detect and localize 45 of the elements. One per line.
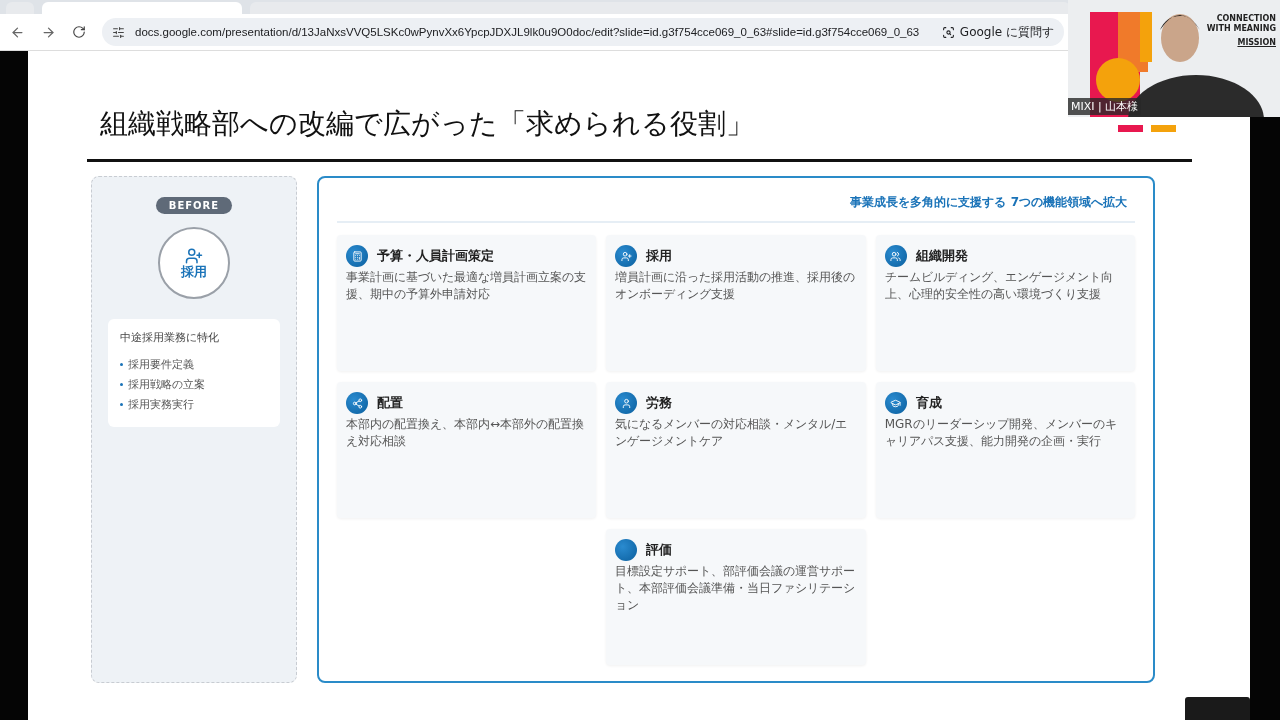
function-title: 採用: [646, 247, 673, 265]
function-title: 労務: [646, 394, 673, 412]
slide-title: 組織戦略部への改編で広がった「求められる役割」: [99, 106, 754, 142]
backdrop-text: MISSION: [1237, 38, 1276, 48]
duty-item: 採用戦略の立案: [128, 377, 205, 392]
url-text: docs.google.com/presentation/d/13JaNxsVVQ5LSKc0wPynvXx6YpcpJDXJL9lk0u9O0doc/edit?slide=id.g3f754cce069_0_63#slide=id.g3f754cce069_0_63: [135, 26, 921, 38]
function-description: 本部内の配置換え、本部内↔本部外の配置換え対応相談: [346, 416, 586, 450]
function-title: 配置: [377, 394, 403, 412]
lens-icon: [941, 25, 955, 39]
reload-icon[interactable]: [72, 25, 86, 39]
ask-google-button[interactable]: Google に質問す: [941, 23, 1054, 41]
function-icon: [346, 245, 368, 267]
function-icon: [615, 245, 638, 267]
function-icon: [884, 392, 907, 414]
duty-item: 採用実務実行: [128, 397, 194, 412]
function-description: MGRのリーダーシップ開発、メンバーのキャリアパス支援、能力開発の企画・実行: [884, 416, 1118, 450]
function-description: チームビルディング、エンゲージメント向上、心理的安全性の高い環境づくり支援: [884, 269, 1114, 303]
bullet-icon: [120, 363, 123, 366]
backdrop-text: WITH MEANING: [1206, 24, 1276, 34]
after-heading: 事業成長を多角的に支援する 7つの機能領域へ拡大: [337, 194, 1135, 223]
emblem-label: 採用: [181, 265, 207, 279]
function-title: 育成: [915, 394, 942, 412]
function-icon: [346, 392, 368, 414]
site-settings-icon[interactable]: [112, 25, 125, 39]
duties-heading: 中途採用業務に特化: [120, 330, 220, 345]
forward-icon[interactable]: [41, 24, 56, 40]
backdrop-text: CONNECTION: [1216, 14, 1276, 24]
function-description: 気になるメンバーの対応相談・メンタル/エンゲージメントケア: [615, 416, 849, 450]
function-description: 増員計画に沿った採用活動の推進、採用後のオンボーディング支援: [615, 269, 857, 303]
address-bar[interactable]: docs.google.com/presentation/d/13JaNxsVVQ5LSKc0wPynvXx6YpcpJDXJL9lk0u9O0doc/edit?slide=id.g3f754cce069_0_63#slide=id.g3f754cce069_0_63 Google に質問す: [102, 18, 1064, 46]
bullet-icon: [120, 383, 123, 386]
function-icon: [884, 245, 907, 267]
function-icon: [615, 392, 638, 414]
function-title: 組織開発: [915, 247, 968, 265]
duty-item: 採用要件定義: [128, 357, 194, 372]
back-icon[interactable]: [10, 24, 25, 40]
logo-bars-drawing: [1118, 125, 1176, 132]
function-title: 予算・人員計画策定: [377, 247, 494, 265]
user-plus-icon: [185, 247, 203, 265]
function-icon: [615, 539, 638, 561]
function-description: 目標設定サポート、部評価会議の運営サポート、本部評価会議準備・当日ファシリテーション: [615, 563, 857, 614]
bullet-icon: [120, 403, 123, 406]
function-title: 評価: [646, 541, 673, 559]
function-description: 事業計画に基づいた最適な増員計画立案の支援、期中の予算外申請対応: [346, 269, 587, 303]
before-badge: BEFORE: [155, 197, 233, 214]
